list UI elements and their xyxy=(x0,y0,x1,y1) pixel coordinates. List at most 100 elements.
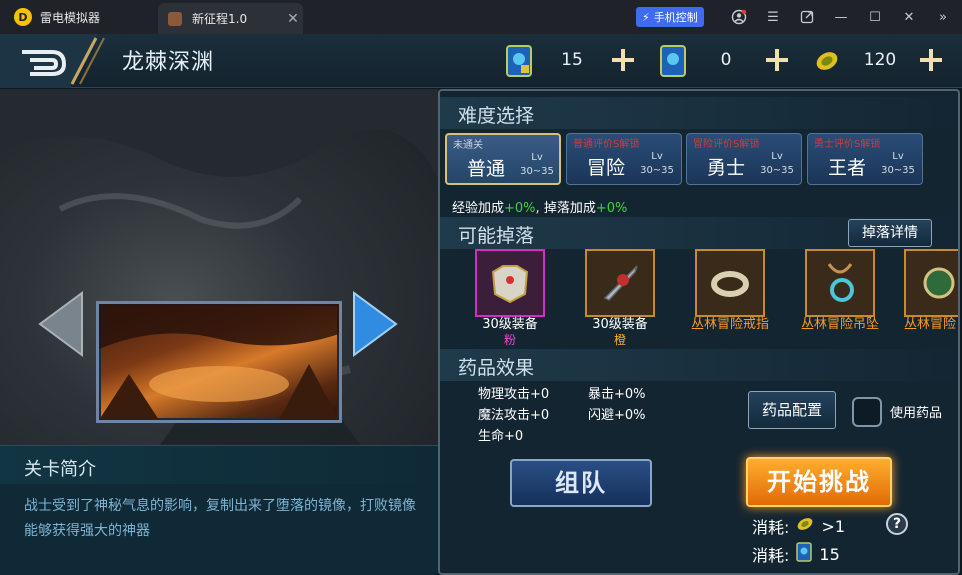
tab-label: 新征程1.0 xyxy=(192,12,248,26)
drop-item[interactable]: 丛林冒险 xyxy=(904,249,958,333)
emulator-titlebar: D 雷电模拟器 新征程1.0 ✕ ⚡ 手机控制 ☰ — ☐ ✕ » xyxy=(0,0,962,34)
gold-coin-icon xyxy=(795,515,815,537)
stage-intro: 关卡简介 战士受到了神秘气息的影响，复制出来了堕落的镜像，打败镜像能够获得强大的… xyxy=(0,445,438,575)
stat-hp: 生命+0 xyxy=(478,429,524,444)
app-logo-icon: D xyxy=(14,8,32,26)
cost-label: 消耗: xyxy=(752,518,790,537)
app-name: 雷电模拟器 xyxy=(40,10,101,25)
drop-item[interactable]: 30级装备 橙 xyxy=(574,249,666,347)
difficulty-lock-hint: 普通评价S解锁 xyxy=(573,139,640,150)
cost-ticket: 消耗: 15 xyxy=(752,542,840,566)
drop-details-button[interactable]: 掉落详情 xyxy=(848,219,932,247)
stat-physical-attack: 物理攻击+0 xyxy=(478,387,550,402)
stage-info-panel: 难度选择 未通关 普通 Lv 30~35 普通评价S解锁 冒险 Lv 30~35 冒… xyxy=(438,89,960,575)
exp-bonus-label: 经验加成 xyxy=(452,201,505,216)
game-screen: 龙棘深渊 15 0 120 关卡简介 战士受到了神秘气息的影响，复制出来了堕落的… xyxy=(0,34,962,575)
add-resource-button[interactable] xyxy=(760,43,794,77)
next-stage-arrow[interactable] xyxy=(350,289,400,363)
bonus-separator: , xyxy=(535,201,540,216)
armor-chest-icon xyxy=(475,249,545,317)
tab-game[interactable]: 新征程1.0 ✕ xyxy=(158,3,303,34)
drop-bonus-value: +0% xyxy=(595,201,628,216)
gold-coin-icon xyxy=(812,43,842,79)
resource-value: 120 xyxy=(863,50,897,70)
difficulty-name: 冒险 xyxy=(587,157,626,179)
phone-control-button[interactable]: ⚡ 手机控制 xyxy=(636,7,704,27)
difficulty-level: Lv 30~35 xyxy=(760,151,794,176)
cost-coin: 消耗: >1 xyxy=(752,514,845,538)
ring-icon xyxy=(695,249,765,317)
tab-close-icon[interactable]: ✕ xyxy=(283,11,303,27)
potion-header: 药品效果 xyxy=(440,349,958,381)
difficulty-option-king[interactable]: 勇士评价S解锁 王者 Lv 30~35 xyxy=(807,133,923,185)
bonus-line: 经验加成+0%, 掉落加成+0% xyxy=(452,197,627,216)
resource-value: 15 xyxy=(561,50,583,70)
intro-description: 战士受到了神秘气息的影响，复制出来了堕落的镜像，打败镜像能够获得强大的神器 xyxy=(24,498,416,539)
potion-title: 药品效果 xyxy=(458,357,535,379)
ticket-card-icon xyxy=(795,542,813,566)
difficulty-name: 普通 xyxy=(467,158,506,180)
start-challenge-button[interactable]: 开始挑战 xyxy=(746,457,892,507)
back-button[interactable] xyxy=(0,34,115,88)
difficulty-lock-hint: 勇士评价S解锁 xyxy=(814,139,881,150)
cost-value: 15 xyxy=(819,544,840,564)
ticket-card-icon xyxy=(658,43,688,79)
ticket-card-icon xyxy=(504,43,534,79)
app-brand: D 雷电模拟器 xyxy=(0,0,158,34)
drop-item-name: 丛林冒险 xyxy=(904,317,957,332)
pendant-icon xyxy=(805,249,875,317)
lightning-icon: ⚡ xyxy=(642,10,650,24)
menu-icon[interactable]: ☰ xyxy=(756,0,790,34)
team-up-button[interactable]: 组队 xyxy=(510,459,652,507)
drop-item-rarity: 橙 xyxy=(613,333,626,347)
potion-config-button[interactable]: 药品配置 xyxy=(748,391,836,429)
drop-item-name: 丛林冒险吊坠 xyxy=(800,317,879,332)
drop-item[interactable]: 30级装备 粉 xyxy=(464,249,556,347)
difficulty-option-normal[interactable]: 未通关 普通 Lv 30~35 xyxy=(445,133,561,185)
drop-item-name: 丛林冒险戒指 xyxy=(690,317,769,332)
game-topbar: 龙棘深渊 15 0 120 xyxy=(0,34,962,88)
stat-magic-attack: 魔法攻击+0 xyxy=(478,408,550,423)
drop-bonus-label: 掉落加成 xyxy=(543,201,596,216)
stage-title: 龙棘深渊 xyxy=(122,50,215,75)
drops-title: 可能掉落 xyxy=(458,225,535,247)
phone-control-label: 手机控制 xyxy=(653,11,698,24)
difficulty-name: 王者 xyxy=(828,157,867,179)
difficulty-level: Lv 30~35 xyxy=(640,151,674,176)
cost-value: >1 xyxy=(821,516,845,536)
drop-item[interactable]: 丛林冒险戒指 xyxy=(684,249,776,333)
close-window-icon[interactable]: ✕ xyxy=(892,0,926,34)
add-resource-button[interactable] xyxy=(606,43,640,77)
difficulty-status: 未通关 xyxy=(453,140,483,151)
maximize-icon[interactable]: ☐ xyxy=(858,0,892,34)
previous-stage-arrow[interactable] xyxy=(36,289,86,363)
use-potion-checkbox[interactable] xyxy=(852,397,882,427)
item-icon xyxy=(904,249,958,317)
drop-item[interactable]: 丛林冒险吊坠 xyxy=(794,249,886,333)
difficulty-option-adventure[interactable]: 普通评价S解锁 冒险 Lv 30~35 xyxy=(566,133,682,185)
cave-scene xyxy=(99,304,339,420)
exp-bonus-value: +0% xyxy=(504,201,536,216)
game-avatar-icon xyxy=(168,11,182,26)
help-icon[interactable]: ? xyxy=(886,513,908,535)
use-potion-label: 使用药品 xyxy=(890,406,943,421)
difficulty-level: Lv 30~35 xyxy=(881,151,915,176)
shrink-window-icon[interactable] xyxy=(790,0,824,34)
cost-label: 消耗: xyxy=(752,546,790,565)
user-account-icon[interactable] xyxy=(722,0,756,34)
drop-item-name: 30级装备 xyxy=(592,317,648,332)
expand-sidebar-icon[interactable]: » xyxy=(926,0,960,34)
resource-value: 0 xyxy=(720,50,732,70)
stage-preview-image[interactable] xyxy=(96,301,342,423)
intro-header: 关卡简介 xyxy=(0,446,438,484)
difficulty-title: 难度选择 xyxy=(458,105,535,127)
difficulty-level: Lv 30~35 xyxy=(520,152,554,177)
difficulty-name: 勇士 xyxy=(707,157,746,179)
difficulty-lock-hint: 冒险评价S解锁 xyxy=(693,139,760,150)
difficulty-option-warrior[interactable]: 冒险评价S解锁 勇士 Lv 30~35 xyxy=(686,133,802,185)
drop-item-name: 30级装备 xyxy=(482,317,538,332)
add-resource-button[interactable] xyxy=(914,43,948,77)
sword-icon xyxy=(585,249,655,317)
minimize-icon[interactable]: — xyxy=(824,0,858,34)
stat-crit: 暴击+0% xyxy=(588,387,646,402)
